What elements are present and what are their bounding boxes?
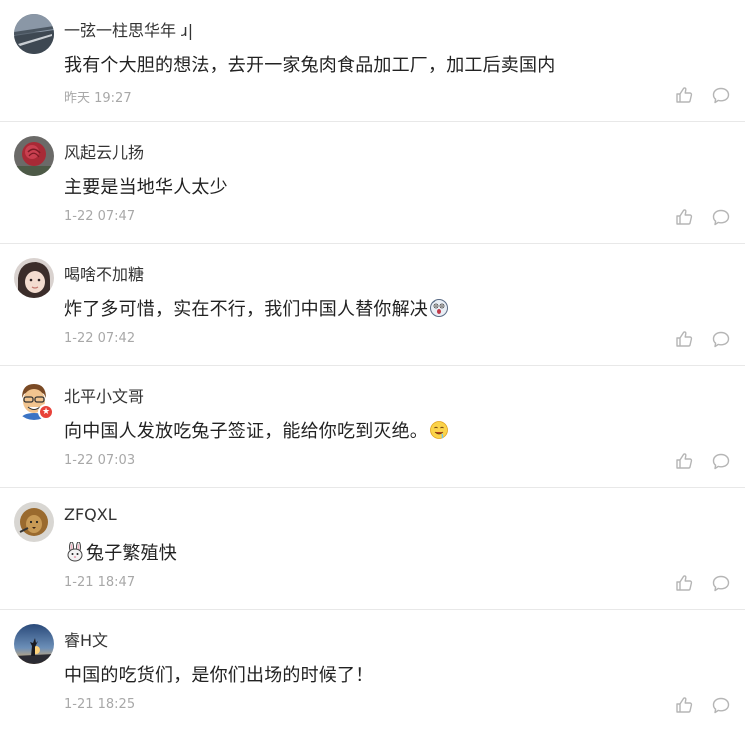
timestamp: 1-21 18:47: [64, 575, 136, 590]
reply-bubble-icon[interactable]: [712, 87, 730, 104]
timestamp: 1-22 07:03: [64, 453, 136, 468]
comment-text: 主要是当地华人太少: [64, 177, 228, 198]
thumbs-up-icon[interactable]: [675, 86, 693, 104]
thumbs-up-icon[interactable]: [675, 208, 693, 226]
comment-text: 兔子繁殖快: [64, 539, 177, 565]
thumbs-up-icon[interactable]: [675, 696, 693, 714]
child-portrait-avatar[interactable]: [14, 258, 54, 298]
comment-item: 睿H文 中国的吃货们，是你们出场的时候了！ 1-21 18:25: [0, 610, 745, 732]
comment-item: 一弦一柱思华年 ɹ| 我有个大胆的想法，去开一家兔肉食品加工厂，加工后卖国内 昨…: [0, 0, 745, 122]
vip-badge: ★: [38, 404, 54, 420]
timestamp: 1-22 07:47: [64, 209, 136, 224]
comment-text: 炸了多可惜，实在不行，我们中国人替你解决: [64, 295, 450, 321]
comment-list: 一弦一柱思华年 ɹ| 我有个大胆的想法，去开一家兔肉食品加工厂，加工后卖国内 昨…: [0, 0, 745, 732]
reply-bubble-icon[interactable]: [712, 697, 730, 714]
shocked-face-emoji: [430, 299, 448, 317]
timestamp: 1-22 07:42: [64, 331, 136, 346]
username[interactable]: 喝啥不加糖: [64, 261, 144, 285]
thumbs-up-icon[interactable]: [675, 330, 693, 348]
sunset-silhouette-avatar[interactable]: [14, 624, 54, 664]
road-landscape-avatar[interactable]: [14, 14, 54, 54]
reply-bubble-icon[interactable]: [712, 575, 730, 592]
reply-bubble-icon[interactable]: [712, 453, 730, 470]
timestamp: 昨天 19:27: [64, 91, 132, 106]
thumbs-up-icon[interactable]: [675, 574, 693, 592]
comment-item: ★ 北平小文哥 向中国人发放吃兔子签证，能给你吃到灭绝。 1-22 07:03: [0, 366, 745, 488]
comment-item: 风起云儿扬 主要是当地华人太少 1-22 07:47: [0, 122, 745, 244]
username[interactable]: 睿H文: [64, 627, 108, 651]
comment-item: 喝啥不加糖 炸了多可惜，实在不行，我们中国人替你解决 1-22 07:42: [0, 244, 745, 366]
comment-text: 中国的吃货们，是你们出场的时候了！: [64, 665, 374, 686]
timestamp: 1-21 18:25: [64, 697, 136, 712]
drooling-face-emoji: [430, 421, 448, 439]
username[interactable]: 一弦一柱思华年 ɹ|: [64, 17, 193, 41]
reply-bubble-icon[interactable]: [712, 209, 730, 226]
comment-text: 向中国人发放吃兔子签证，能给你吃到灭绝。: [64, 417, 450, 443]
rabbit-emoji: [67, 542, 83, 562]
thumbs-up-icon[interactable]: [675, 452, 693, 470]
reply-bubble-icon[interactable]: [712, 331, 730, 348]
lion-avatar[interactable]: [14, 502, 54, 542]
username[interactable]: 风起云儿扬: [64, 139, 144, 163]
comment-item: ZFQXL 兔子繁殖快 1-21 18:47: [0, 488, 745, 610]
username[interactable]: 北平小文哥: [64, 383, 144, 407]
comment-text: 我有个大胆的想法，去开一家兔肉食品加工厂，加工后卖国内: [64, 55, 556, 76]
rose-avatar[interactable]: [14, 136, 54, 176]
username[interactable]: ZFQXL: [64, 505, 117, 524]
